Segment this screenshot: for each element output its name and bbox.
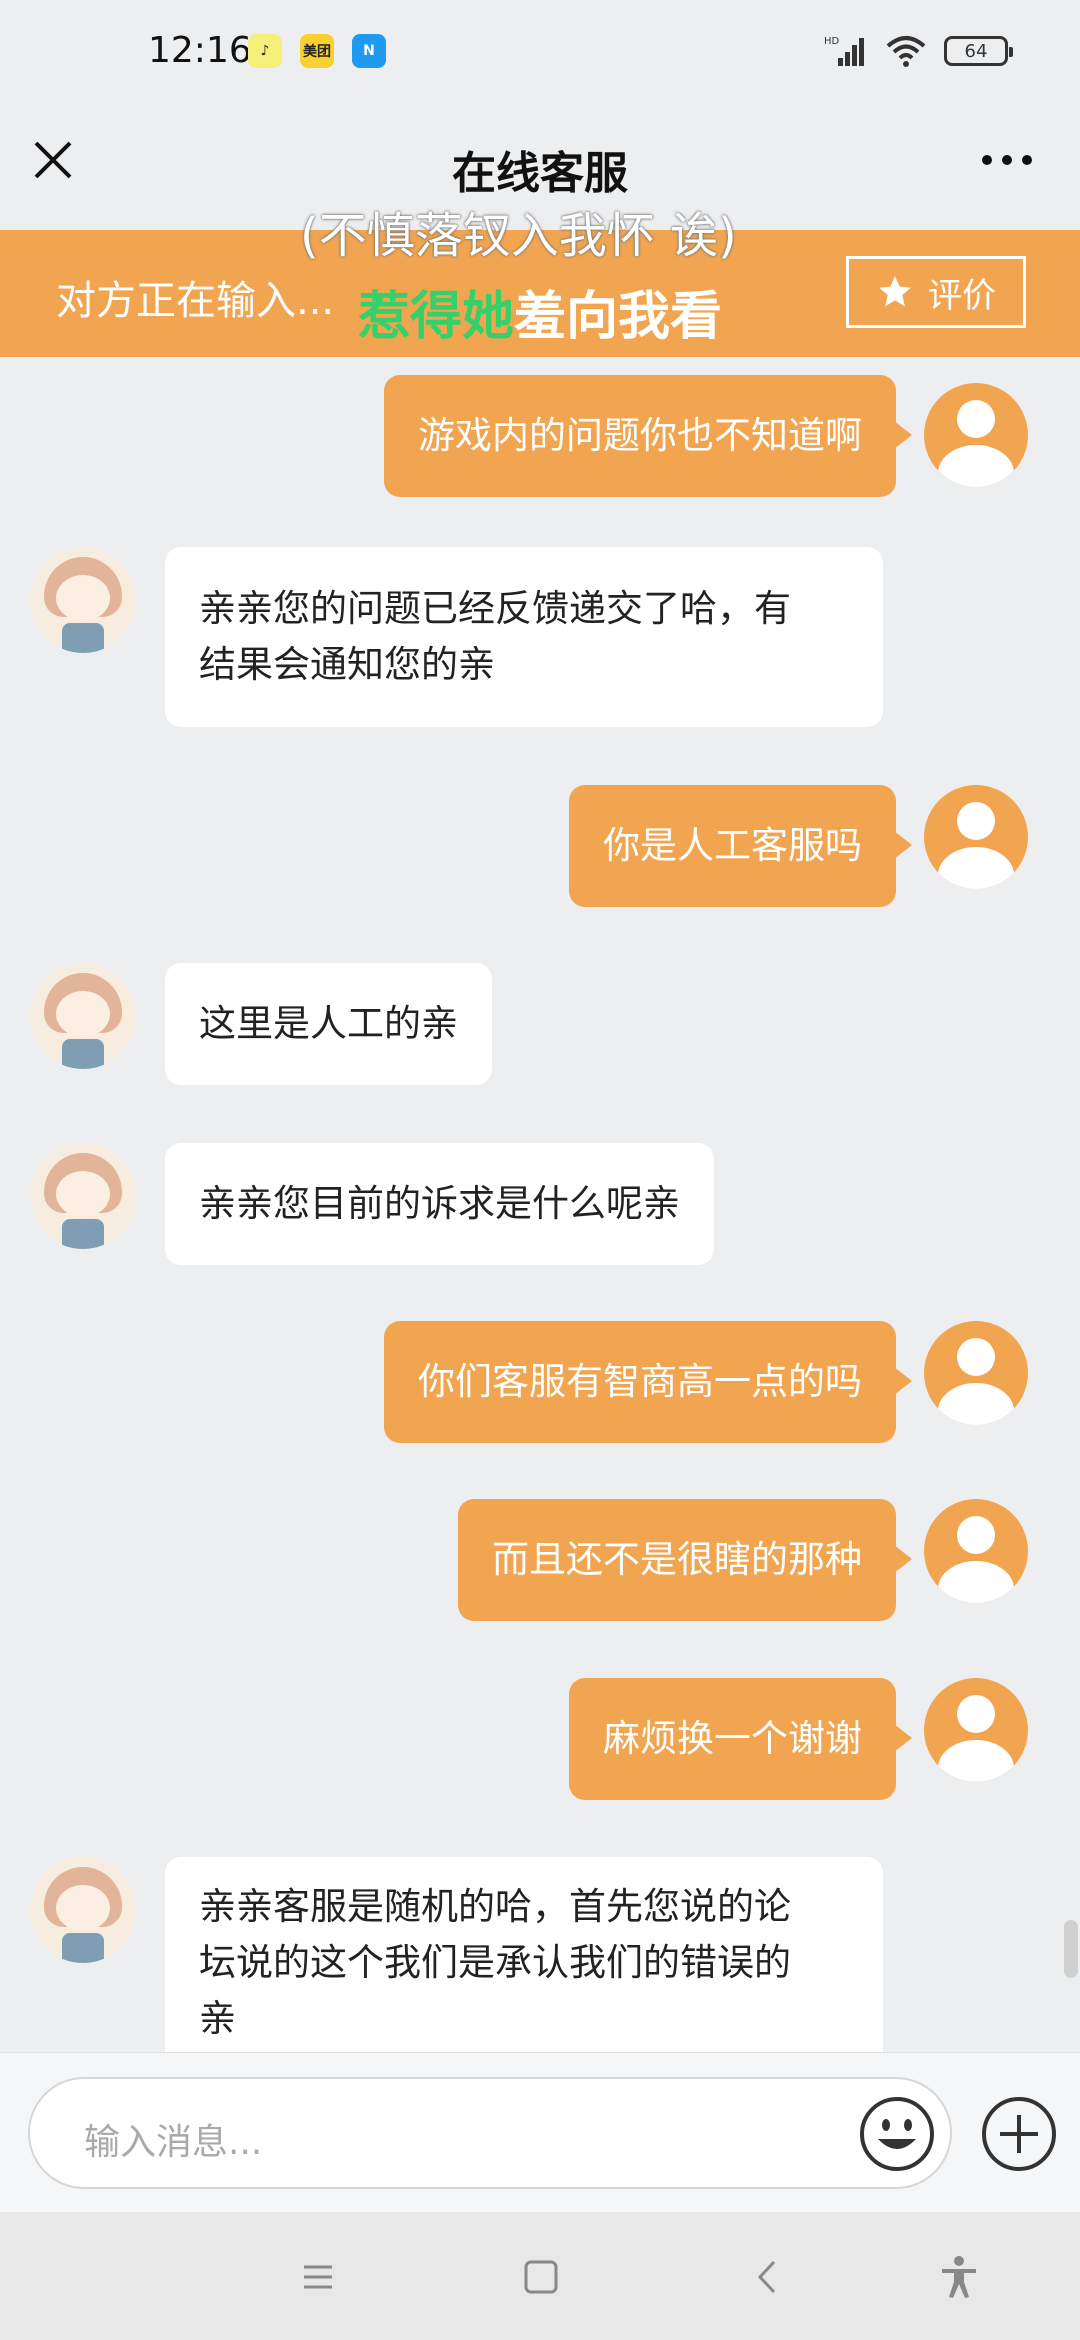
status-app-icons: ♪ 美团 N [248,34,386,68]
page-title: 在线客服 [452,148,628,199]
dot-icon [1022,155,1032,165]
agent-avatar[interactable] [30,1143,136,1249]
video-caption-top: (不慎落钗入我怀 诶) [300,208,737,264]
user-message-bubble: 而且还不是很瞎的那种 [458,1499,912,1621]
svg-text:HD: HD [824,36,840,47]
agent-message-bubble: 亲亲您的问题已经反馈递交了哈，有 结果会通知您的亲 [165,547,883,727]
dot-icon [1002,155,1012,165]
caption-rest: 羞向我看 [514,287,723,347]
back-icon[interactable] [744,2252,794,2302]
message-line: 结果会通知您的亲 [199,643,495,686]
status-bar: 12:16 ♪ 美团 N HD 64 [0,0,1080,105]
rate-label: 评价 [928,275,996,316]
wifi-icon [886,36,926,67]
agent-message-bubble: 这里是人工的亲 [165,963,492,1085]
plus-icon[interactable] [980,2095,1058,2173]
user-avatar[interactable] [924,785,1028,889]
user-message-bubble: 你是人工客服吗 [569,785,912,907]
agent-avatar[interactable] [30,547,136,653]
accessibility-icon[interactable] [934,2252,984,2302]
user-message-bubble: 你们客服有智商高一点的吗 [384,1321,912,1443]
battery-icon: 64 [944,36,1013,66]
user-avatar[interactable] [924,1499,1028,1603]
system-nav-bar [0,2212,1080,2340]
dot-icon [982,155,992,165]
user-avatar[interactable] [924,1321,1028,1425]
signal-icon: HD [824,36,864,66]
star-icon [879,276,911,307]
more-options-button[interactable] [982,155,1032,165]
message-line: 亲亲客服是随机的哈，首先您说的论 [199,1885,791,1928]
typing-indicator: 对方正在输入... [56,278,335,324]
agent-message-bubble: 亲亲客服是随机的哈，首先您说的论 坛说的这个我们是承认我们的错误的 亲 [165,1857,883,2052]
menu-icon[interactable] [292,2252,342,2302]
user-message-bubble: 游戏内的问题你也不知道啊 [384,375,912,497]
user-avatar[interactable] [924,383,1028,487]
input-placeholder: 输入消息... [84,2122,263,2163]
status-indicators: HD 64 [824,34,1013,68]
message-line: 坛说的这个我们是承认我们的错误的 [199,1941,791,1984]
qq-music-icon: ♪ [248,34,282,68]
meituan-icon: 美团 [300,34,334,68]
user-message-bubble: 麻烦换一个谢谢 [569,1678,912,1800]
home-icon[interactable] [516,2252,566,2302]
video-caption-bottom: 惹得她羞向我看 [358,274,722,349]
n-app-icon: N [352,34,386,68]
status-time: 12:16 [148,30,252,71]
caption-highlight: 惹得她 [358,287,515,347]
message-line: 亲亲您的问题已经反馈递交了哈，有 [199,587,791,630]
agent-avatar[interactable] [30,1857,136,1963]
agent-message-bubble: 亲亲您目前的诉求是什么呢亲 [165,1143,714,1265]
chat-messages[interactable]: 游戏内的问题你也不知道啊 亲亲您的问题已经反馈递交了哈，有 结果会通知您的亲 你… [0,357,1080,2052]
emoji-icon[interactable] [858,2095,936,2173]
rate-button[interactable]: 评价 [846,256,1026,328]
message-input[interactable]: 输入消息... [28,2077,952,2189]
message-line: 亲 [199,1997,236,2040]
scrollbar[interactable] [1064,1920,1078,1978]
agent-avatar[interactable] [30,963,136,1069]
input-bar: 输入消息... [0,2052,1080,2212]
user-avatar[interactable] [924,1678,1028,1782]
